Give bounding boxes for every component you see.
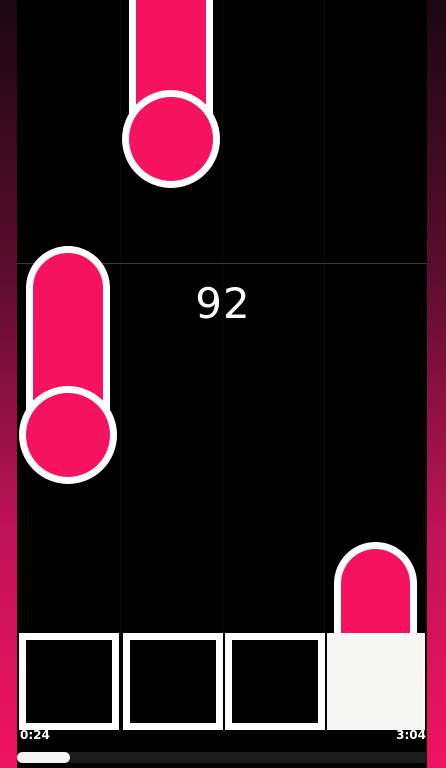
hold-tile-lane-4[interactable] (324, 542, 427, 642)
score-counter: 92 (195, 279, 251, 328)
lane-key-2[interactable] (123, 633, 223, 730)
song-progress-fill (17, 752, 71, 763)
right-side-glow (427, 0, 446, 768)
key-row (17, 633, 427, 730)
lane-key-1[interactable] (19, 633, 119, 730)
total-time: 3:04 (396, 728, 426, 742)
elapsed-time: 0:24 (20, 728, 50, 742)
game-stage: 92 0:24 3:04 (0, 0, 446, 768)
lane-key-3[interactable] (225, 633, 325, 730)
lane-key-4-pressed[interactable] (327, 633, 425, 730)
song-progress-bar[interactable] (17, 752, 427, 763)
left-side-glow (0, 0, 17, 768)
hold-tile-lane-2[interactable] (120, 0, 222, 190)
